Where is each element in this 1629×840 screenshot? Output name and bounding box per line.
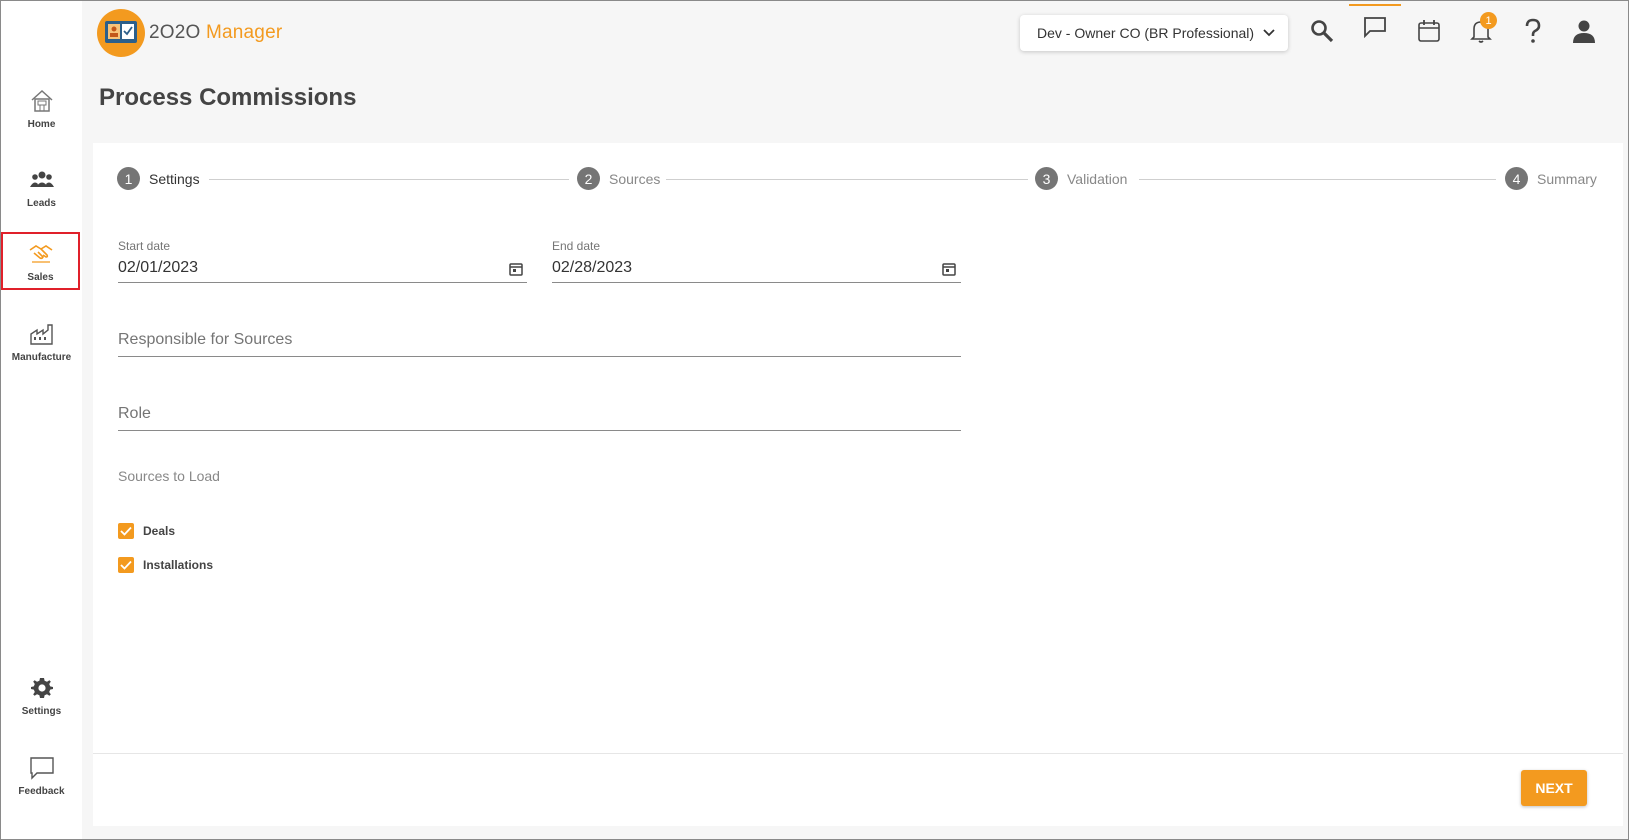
step-label: Settings <box>149 170 200 187</box>
calendar-icon <box>1417 19 1441 48</box>
organization-select-value: Dev - Owner CO (BR Professional) <box>1037 25 1255 41</box>
end-date-underline <box>552 282 961 283</box>
sidebar-item-label: Settings <box>21 705 62 717</box>
installations-checkbox-row[interactable]: Installations <box>118 557 213 573</box>
start-date-input[interactable]: 02/01/2023 <box>118 259 198 277</box>
logo-badge-icon <box>97 9 145 57</box>
logo-text: 2O2O Manager <box>149 22 283 43</box>
calendar-button[interactable] <box>1411 14 1447 52</box>
notification-badge: 1 <box>1480 12 1497 29</box>
search-button[interactable] <box>1304 14 1340 52</box>
step-number: 1 <box>117 167 140 190</box>
sidebar-item-settings[interactable]: Settings <box>1 666 82 724</box>
installations-checkbox[interactable] <box>118 557 134 573</box>
help-button[interactable] <box>1515 14 1551 52</box>
next-button[interactable]: NEXT <box>1521 770 1587 806</box>
factory-icon <box>28 320 56 348</box>
sidebar-item-label: Sales <box>27 271 54 283</box>
sidebar-item-label: Home <box>27 118 56 130</box>
installations-checkbox-label: Installations <box>143 558 214 572</box>
sidebar-item-label: Leads <box>27 197 56 209</box>
step-label: Sources <box>609 170 661 187</box>
gear-icon <box>28 674 56 702</box>
account-button[interactable] <box>1566 14 1602 52</box>
sidebar-item-feedback[interactable]: Feedback <box>1 746 82 804</box>
home-icon <box>28 87 56 115</box>
messages-button[interactable] <box>1349 4 1401 52</box>
sources-to-load-label: Sources to Load <box>118 468 220 484</box>
people-icon <box>28 166 56 194</box>
step-summary[interactable]: 4 Summary <box>1505 167 1597 190</box>
role-underline <box>118 430 961 431</box>
page-title: Process Commissions <box>99 84 357 111</box>
chat-icon <box>28 754 56 782</box>
deals-checkbox-label: Deals <box>143 524 176 538</box>
responsible-for-sources-input[interactable]: Responsible for Sources <box>118 331 292 349</box>
sidebar-item-leads[interactable]: Leads <box>1 158 82 216</box>
footer-divider <box>93 753 1623 754</box>
end-date-label: End date <box>552 239 601 253</box>
deals-checkbox-row[interactable]: Deals <box>118 523 175 539</box>
checkmark-icon <box>120 526 132 536</box>
responsible-underline <box>118 356 961 357</box>
end-date-calendar-icon[interactable] <box>942 262 958 278</box>
chevron-down-icon <box>1262 25 1276 41</box>
start-date-label: Start date <box>118 239 171 253</box>
checkmark-icon <box>120 560 132 570</box>
step-number: 2 <box>577 167 600 190</box>
step-settings[interactable]: 1 Settings <box>117 167 200 190</box>
user-icon <box>1572 19 1596 48</box>
organization-select[interactable]: Dev - Owner CO (BR Professional) <box>1020 15 1288 51</box>
step-validation[interactable]: 3 Validation <box>1035 167 1127 190</box>
sidebar-item-manufacture[interactable]: Manufacture <box>1 312 82 370</box>
sidebar-item-sales[interactable]: Sales <box>1 232 80 290</box>
sidebar: Home Leads Sales Manufacture Settings Fe… <box>1 1 82 839</box>
step-number: 4 <box>1505 167 1528 190</box>
end-date-input[interactable]: 02/28/2023 <box>552 259 632 277</box>
handshake-icon <box>27 240 55 268</box>
start-date-calendar-icon[interactable] <box>509 262 525 278</box>
step-connector <box>666 179 1028 180</box>
step-connector <box>1139 179 1496 180</box>
process-commissions-card: 1 Settings 2 Sources 3 Validation 4 Summ… <box>93 143 1623 826</box>
sidebar-item-label: Manufacture <box>11 351 72 363</box>
message-icon <box>1363 16 1387 43</box>
stepper: 1 Settings 2 Sources 3 Validation 4 Summ… <box>93 143 1623 213</box>
notifications-button[interactable]: 1 <box>1463 12 1499 52</box>
help-icon <box>1523 18 1543 49</box>
step-label: Summary <box>1537 170 1597 187</box>
role-input[interactable]: Role <box>118 405 151 423</box>
step-number: 3 <box>1035 167 1058 190</box>
start-date-underline <box>118 282 527 283</box>
step-label: Validation <box>1067 170 1128 187</box>
sidebar-item-label: Feedback <box>18 785 65 797</box>
search-icon <box>1310 19 1334 48</box>
sidebar-item-home[interactable]: Home <box>1 79 82 137</box>
app-logo[interactable]: 2O2O Manager <box>97 9 282 57</box>
step-sources[interactable]: 2 Sources <box>577 167 660 190</box>
deals-checkbox[interactable] <box>118 523 134 539</box>
step-connector <box>209 179 569 180</box>
